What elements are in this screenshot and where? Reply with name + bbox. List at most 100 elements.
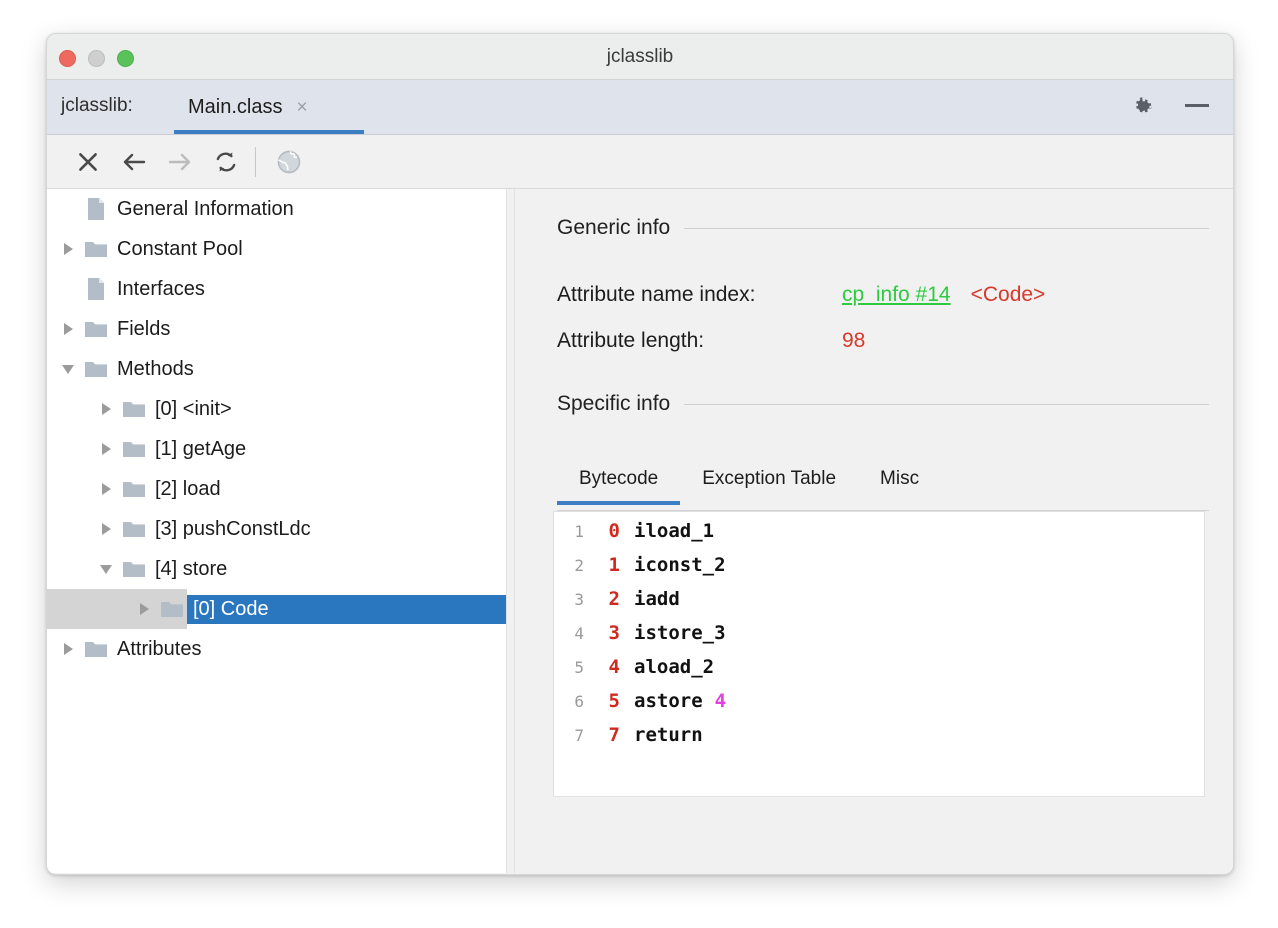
tree-row-label: [0] Code	[187, 595, 506, 624]
tree-row[interactable]: [0] <init>	[47, 389, 506, 429]
folder-icon	[119, 399, 149, 419]
tree-row-prefix	[47, 269, 111, 309]
tree-row-label: Attributes	[111, 635, 209, 664]
cp-info-link[interactable]: cp_info #14	[842, 283, 951, 307]
bytecode-offset: 3	[584, 622, 620, 644]
tab-label: Main.class	[188, 96, 282, 119]
tree-row-label: [1] getAge	[149, 435, 254, 464]
chevron-right-icon[interactable]	[93, 523, 119, 535]
back-arrow-icon[interactable]	[111, 142, 157, 182]
bytecode-offset: 0	[584, 520, 620, 542]
tree-row[interactable]: [3] pushConstLdc	[47, 509, 506, 549]
tab-label: Bytecode	[579, 468, 658, 489]
tree-row[interactable]: General Information	[47, 189, 506, 229]
tree-row-prefix	[47, 189, 111, 229]
folder-icon	[81, 239, 111, 259]
chevron-right-icon[interactable]	[55, 323, 81, 335]
line-number: 4	[554, 624, 584, 643]
bytecode-offset: 2	[584, 588, 620, 610]
line-number: 6	[554, 692, 584, 711]
bytecode-line[interactable]: 77return	[554, 724, 1204, 758]
close-icon[interactable]: ×	[296, 98, 307, 117]
chevron-right-icon[interactable]	[93, 483, 119, 495]
bytecode-listing[interactable]: 10iload_121iconst_232iadd43istore_354alo…	[553, 511, 1205, 797]
active-tab-indicator	[174, 130, 364, 134]
chevron-right-icon[interactable]	[93, 403, 119, 415]
tree-row-label: Interfaces	[111, 275, 213, 304]
line-number: 7	[554, 726, 584, 745]
line-number: 5	[554, 658, 584, 677]
chevron-down-icon[interactable]	[55, 365, 81, 374]
chevron-right-icon[interactable]	[55, 243, 81, 255]
tree-row-prefix	[47, 429, 149, 469]
tree-row[interactable]: Constant Pool	[47, 229, 506, 269]
tree-row-prefix	[47, 389, 149, 429]
tab-exception-table[interactable]: Exception Table	[680, 463, 858, 504]
window-titlebar: jclasslib	[47, 34, 1233, 80]
tab-misc[interactable]: Misc	[858, 463, 941, 504]
toolbar	[47, 135, 1233, 189]
main-content: General Information Constant Pool Interfac…	[47, 189, 1233, 873]
line-number: 2	[554, 556, 584, 575]
bytecode-mnemonic: astore	[634, 690, 703, 712]
window-title: jclasslib	[47, 46, 1233, 68]
tree-row-prefix	[47, 629, 111, 669]
panel-splitter[interactable]	[506, 189, 515, 873]
attribute-name-index-note: <Code>	[971, 283, 1046, 307]
folder-icon	[81, 639, 111, 659]
tree-row-label: [2] load	[149, 475, 229, 504]
tree-row-prefix	[47, 549, 149, 589]
bytecode-line[interactable]: 10iload_1	[554, 520, 1204, 554]
tree-row[interactable]: [1] getAge	[47, 429, 506, 469]
chevron-right-icon[interactable]	[55, 643, 81, 655]
attribute-length-row: Attribute length: 98	[557, 329, 865, 353]
heading-rule	[684, 404, 1209, 405]
close-icon[interactable]	[65, 142, 111, 182]
bytecode-line[interactable]: 65astore4	[554, 690, 1204, 724]
folder-icon	[81, 359, 111, 379]
reload-icon[interactable]	[203, 142, 249, 182]
attribute-detail-panel: Generic info Attribute name index: cp_in…	[515, 189, 1233, 873]
tree-row-label: Fields	[111, 315, 178, 344]
attribute-name-index-row: Attribute name index: cp_info #14 <Code>	[557, 283, 1045, 307]
forward-arrow-icon	[157, 142, 203, 182]
tree-row-label: Constant Pool	[111, 235, 251, 264]
tree-row[interactable]: [0] Code	[47, 589, 506, 629]
browse-globe-icon	[266, 142, 312, 182]
tree-row[interactable]: [4] store	[47, 549, 506, 589]
folder-icon	[119, 479, 149, 499]
tree-row[interactable]: Interfaces	[47, 269, 506, 309]
line-number: 1	[554, 522, 584, 541]
tree-row[interactable]: [2] load	[47, 469, 506, 509]
document-icon	[81, 197, 111, 221]
tree-row[interactable]: Fields	[47, 309, 506, 349]
chevron-right-icon[interactable]	[93, 443, 119, 455]
tab-main-class[interactable]: Main.class ×	[174, 80, 322, 135]
tab-bytecode[interactable]: Bytecode	[557, 463, 680, 504]
chevron-right-icon[interactable]	[131, 603, 157, 615]
tab-label: Exception Table	[702, 468, 836, 489]
minimize-icon[interactable]	[1185, 104, 1209, 107]
bytecode-operand: 4	[715, 690, 726, 712]
folder-icon	[119, 439, 149, 459]
tree-row[interactable]: Methods	[47, 349, 506, 389]
bytecode-line[interactable]: 43istore_3	[554, 622, 1204, 656]
tab-bar: jclasslib: Main.class ×	[47, 80, 1233, 135]
chevron-down-icon[interactable]	[93, 565, 119, 574]
bytecode-line[interactable]: 21iconst_2	[554, 554, 1204, 588]
bytecode-mnemonic: aload_2	[634, 656, 714, 678]
folder-icon	[119, 519, 149, 539]
app-name-label: jclasslib:	[61, 95, 133, 117]
bytecode-mnemonic: iadd	[634, 588, 680, 610]
tree-row-prefix	[47, 309, 111, 349]
gear-icon[interactable]	[1129, 94, 1155, 120]
bytecode-offset: 1	[584, 554, 620, 576]
folder-icon	[81, 319, 111, 339]
bytecode-line[interactable]: 32iadd	[554, 588, 1204, 622]
tree-row[interactable]: Attributes	[47, 629, 506, 669]
attribute-name-index-label: Attribute name index:	[557, 283, 842, 307]
bytecode-line[interactable]: 54aload_2	[554, 656, 1204, 690]
bytecode-offset: 7	[584, 724, 620, 746]
tab-label: Misc	[880, 468, 919, 489]
class-structure-tree[interactable]: General Information Constant Pool Interfac…	[47, 189, 506, 873]
